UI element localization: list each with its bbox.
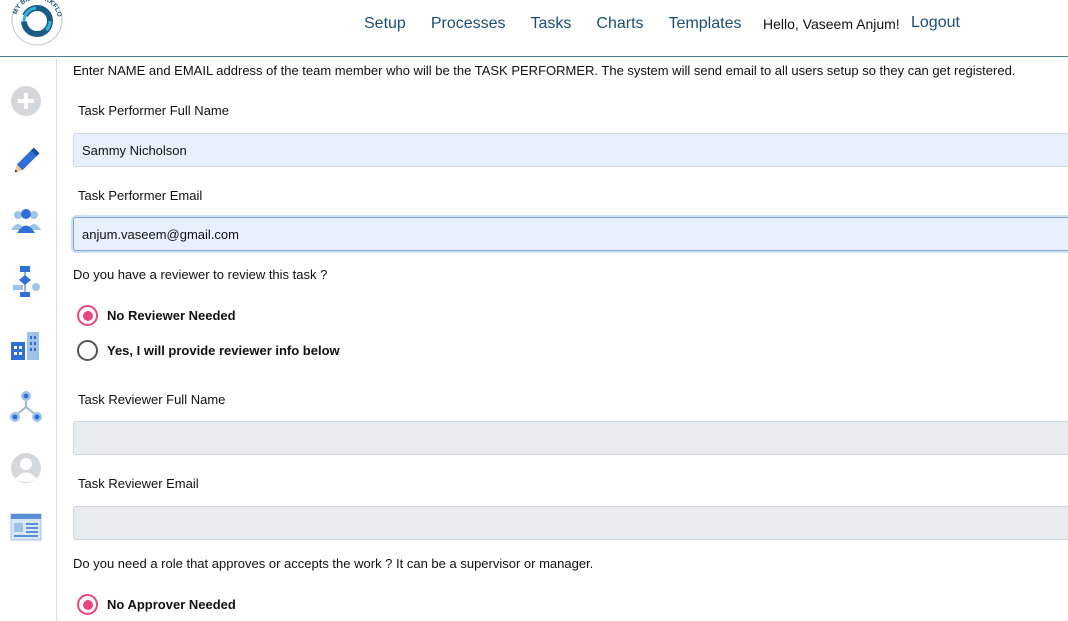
nav-charts[interactable]: Charts: [596, 14, 643, 34]
nav-templates[interactable]: Templates: [669, 14, 742, 34]
no-reviewer-label: No Reviewer Needed: [107, 308, 236, 323]
user-greeting: Hello, Vaseem Anjum!: [763, 16, 900, 32]
nav-setup[interactable]: Setup: [364, 14, 406, 34]
left-sidebar: [0, 58, 57, 621]
logout-link[interactable]: Logout: [911, 14, 960, 32]
performer-name-label: Task Performer Full Name: [78, 103, 229, 118]
no-approver-radio[interactable]: [77, 594, 98, 615]
top-header: MY BIZ WORKFLOW Setup Processes Tasks Ch…: [0, 0, 1068, 57]
nav-processes[interactable]: Processes: [431, 14, 506, 34]
reviewer-name-input[interactable]: [73, 421, 1068, 455]
workflow-icon[interactable]: [9, 264, 43, 298]
user-avatar-icon[interactable]: [9, 451, 43, 485]
no-approver-option[interactable]: No Approver Needed: [77, 594, 236, 615]
main-nav: Setup Processes Tasks Charts Templates: [364, 14, 766, 34]
provide-reviewer-option[interactable]: Yes, I will provide reviewer info below: [77, 340, 340, 361]
performer-name-input[interactable]: [73, 133, 1068, 167]
form-instructions: Enter NAME and EMAIL address of the team…: [73, 63, 1016, 78]
reviewer-name-label: Task Reviewer Full Name: [78, 392, 226, 407]
brand-logo[interactable]: MY BIZ WORKFLOW: [1, 0, 70, 50]
nav-tasks[interactable]: Tasks: [531, 14, 572, 34]
reviewer-question: Do you have a reviewer to review this ta…: [73, 267, 328, 282]
reviewer-email-label: Task Reviewer Email: [78, 476, 199, 491]
approver-question: Do you need a role that approves or acce…: [73, 556, 594, 571]
no-approver-label: No Approver Needed: [107, 597, 236, 612]
template-list-icon[interactable]: [9, 510, 43, 544]
team-icon[interactable]: [9, 204, 43, 238]
provide-reviewer-radio[interactable]: [77, 340, 98, 361]
task-assignment-form: Enter NAME and EMAIL address of the team…: [57, 58, 1068, 621]
provide-reviewer-label: Yes, I will provide reviewer info below: [107, 343, 340, 358]
performer-email-input[interactable]: [73, 217, 1068, 251]
reviewer-email-input[interactable]: [73, 506, 1068, 540]
plus-circle-icon[interactable]: [9, 84, 43, 118]
network-icon[interactable]: [9, 390, 43, 424]
performer-email-label: Task Performer Email: [78, 188, 203, 203]
pencil-icon[interactable]: [9, 144, 43, 178]
no-reviewer-radio[interactable]: [77, 305, 98, 326]
no-reviewer-option[interactable]: No Reviewer Needed: [77, 305, 236, 326]
building-icon[interactable]: [9, 328, 43, 362]
